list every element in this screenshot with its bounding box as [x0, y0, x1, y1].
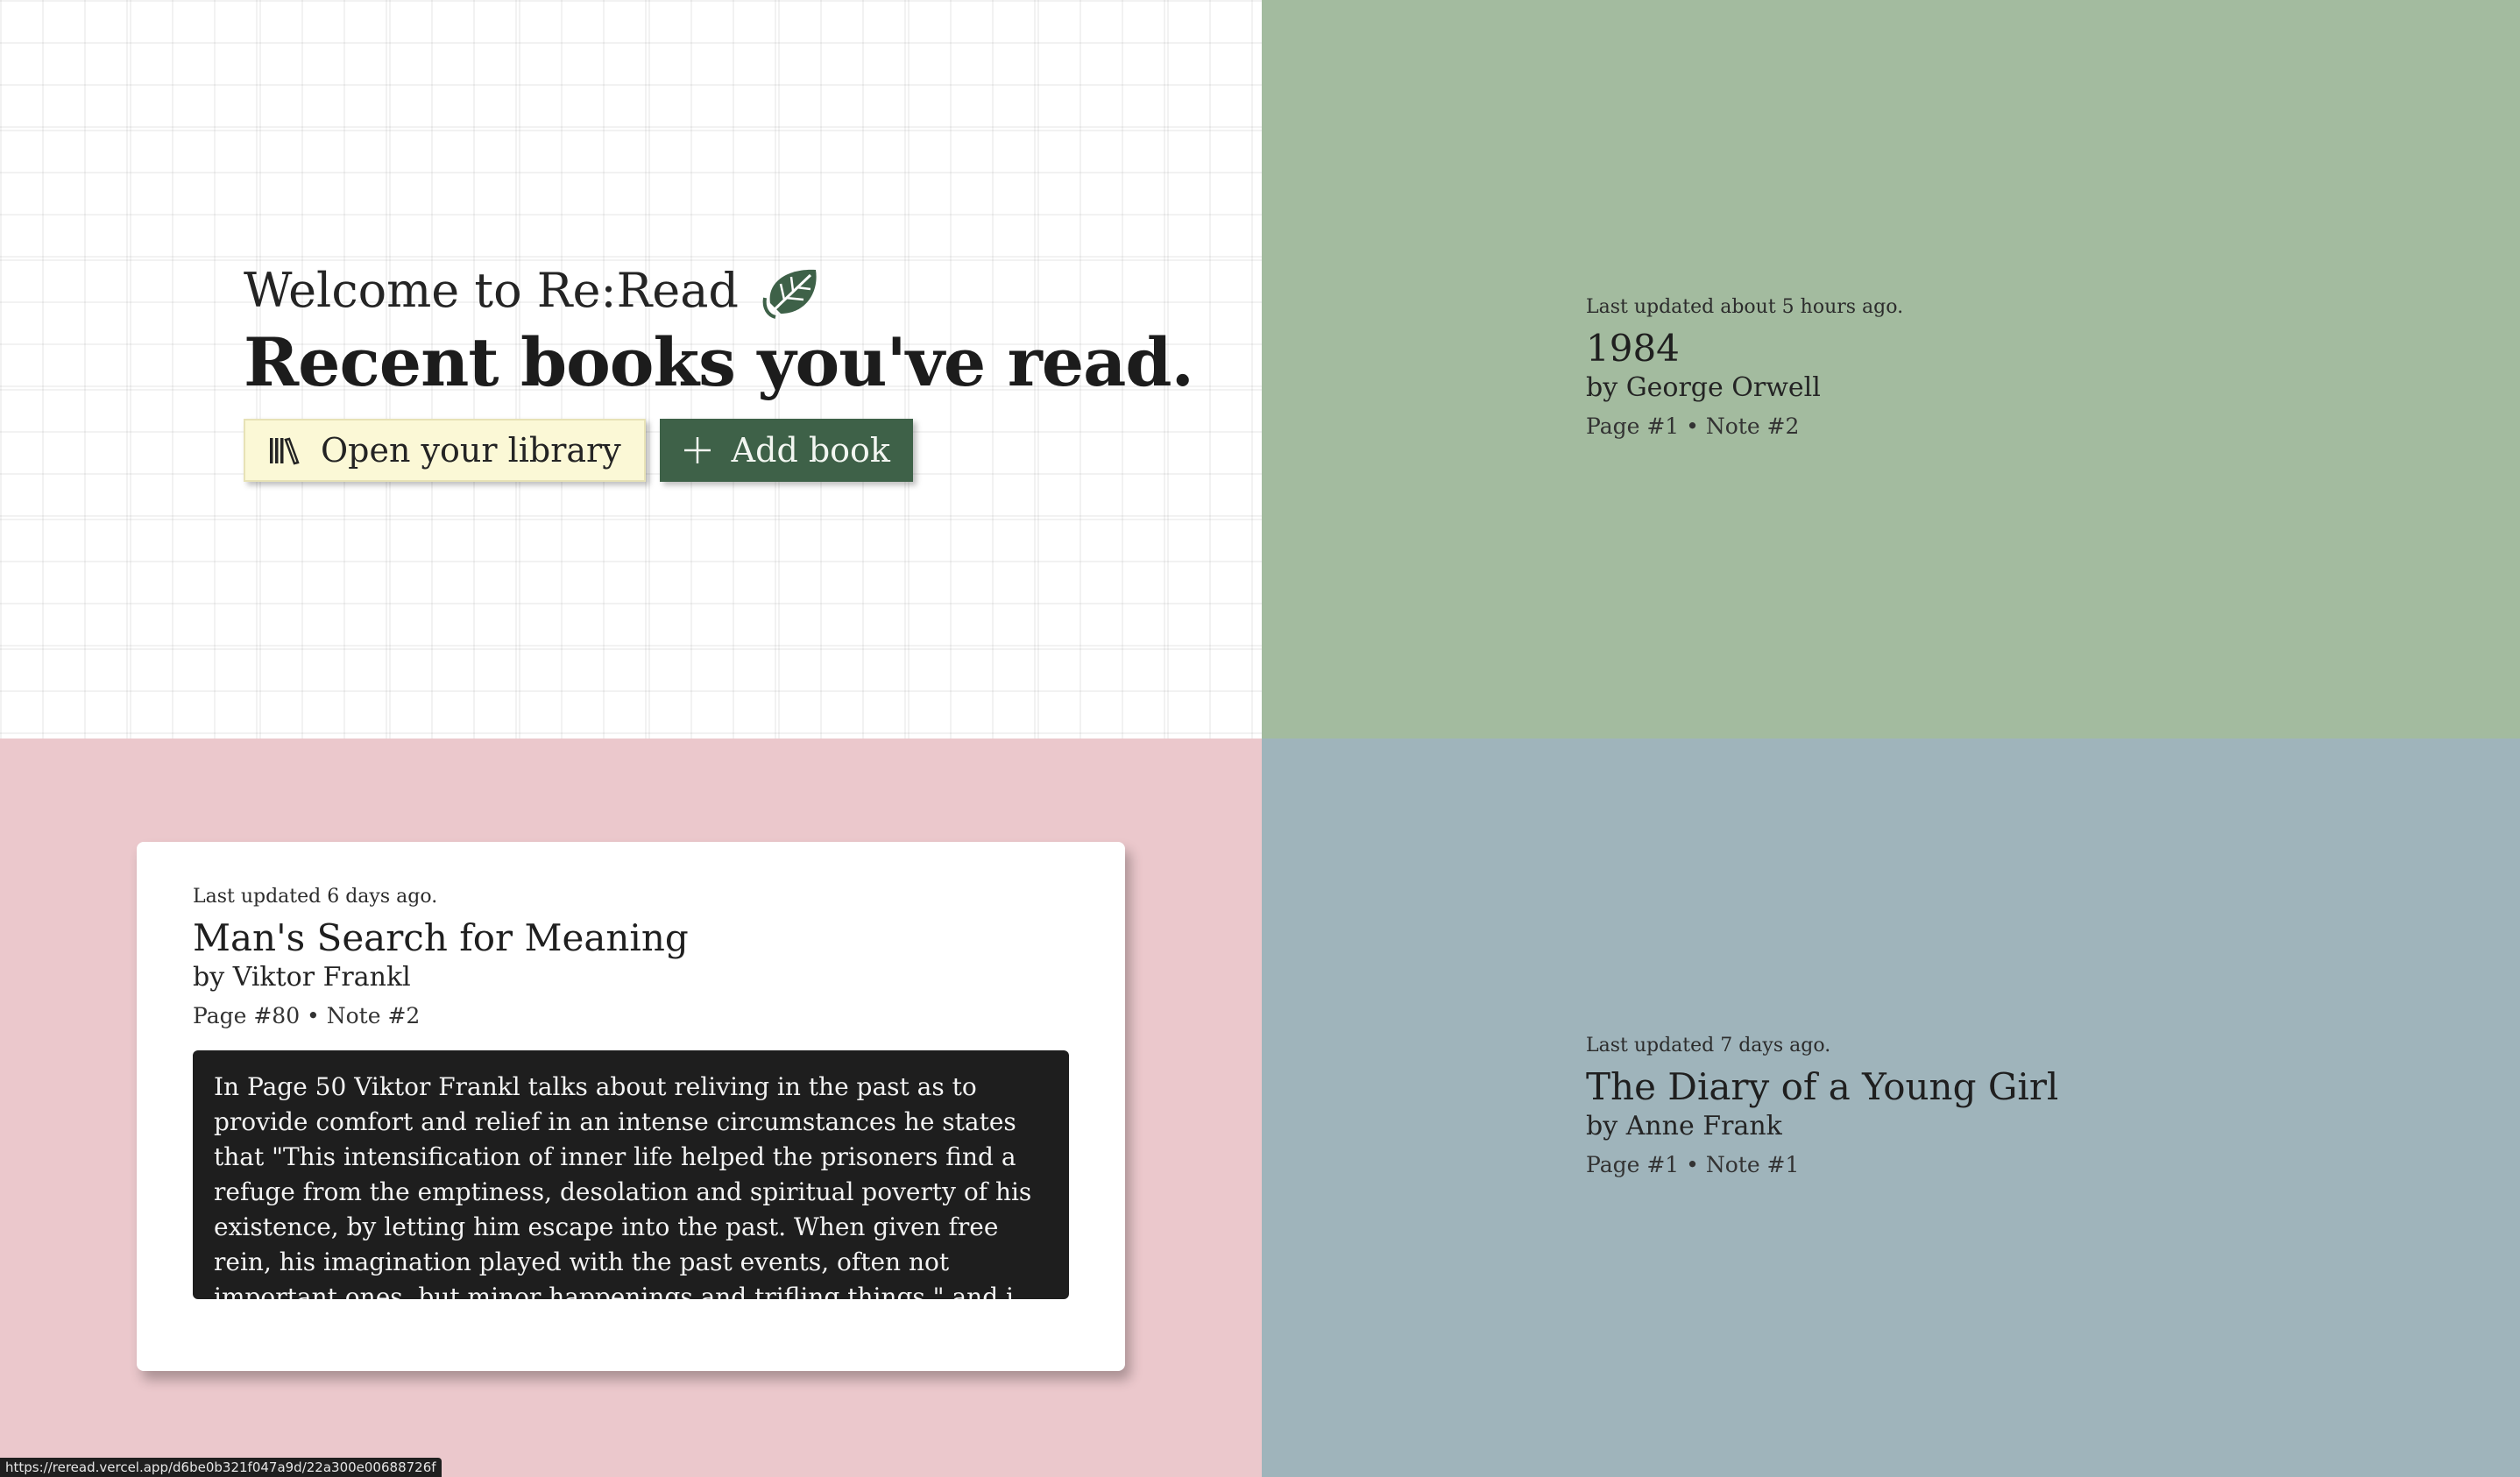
page-note-count: Page #1 • Note #1 [1586, 1152, 1800, 1177]
welcome-text: Welcome to Re:Read [244, 263, 739, 318]
book-summary: Last updated 7 days ago. The Diary of a … [1586, 1033, 2058, 1180]
book-tile-diary[interactable]: Last updated 7 days ago. The Diary of a … [1262, 738, 2520, 1477]
page-title: Recent books you've read. [244, 323, 1194, 401]
book-card[interactable]: Last updated 6 days ago. Man's Search fo… [137, 842, 1125, 1371]
book-tile-1984[interactable]: Last updated about 5 hours ago. 1984 by … [1262, 0, 2520, 738]
add-book-button[interactable]: Add book [659, 419, 913, 482]
book-title: The Diary of a Young Girl [1586, 1065, 2059, 1108]
hero-section: Welcome to Re:Read Recent books you've r… [0, 0, 1262, 738]
hero: Welcome to Re:Read Recent books you've r… [244, 259, 1194, 482]
welcome-row: Welcome to Re:Read [244, 259, 1193, 322]
page: Welcome to Re:Read Recent books you've r… [0, 0, 2520, 1477]
hero-buttons: Open your library Add book [244, 419, 1193, 482]
status-url: https://reread.vercel.app/d6be0b321f047a… [0, 1458, 442, 1477]
open-library-label: Open your library [321, 431, 621, 470]
book-author: by Viktor Frankl [193, 962, 411, 993]
open-library-button[interactable]: Open your library [244, 419, 646, 482]
book-author: by George Orwell [1586, 372, 1821, 403]
leaf-icon [762, 269, 817, 319]
note-text: In Page 50 Viktor Frankl talks about rel… [214, 1072, 1032, 1299]
books-icon [268, 435, 301, 465]
book-tile-mans-search: Last updated 6 days ago. Man's Search fo… [0, 738, 1262, 1477]
plus-icon [683, 435, 712, 465]
last-updated: Last updated 7 days ago. [1586, 1035, 1831, 1057]
last-updated: Last updated 6 days ago. [193, 886, 438, 908]
note-preview: In Page 50 Viktor Frankl talks about rel… [193, 1050, 1069, 1299]
page-note-count: Page #80 • Note #2 [193, 1003, 421, 1028]
book-title: 1984 [1586, 327, 1680, 370]
book-author: by Anne Frank [1586, 1111, 1782, 1141]
book-summary: Last updated about 5 hours ago. 1984 by … [1586, 294, 1903, 442]
add-book-label: Add book [731, 431, 890, 470]
book-title: Man's Search for Meaning [193, 916, 689, 959]
last-updated: Last updated about 5 hours ago. [1586, 296, 1904, 318]
page-note-count: Page #1 • Note #2 [1586, 413, 1800, 439]
